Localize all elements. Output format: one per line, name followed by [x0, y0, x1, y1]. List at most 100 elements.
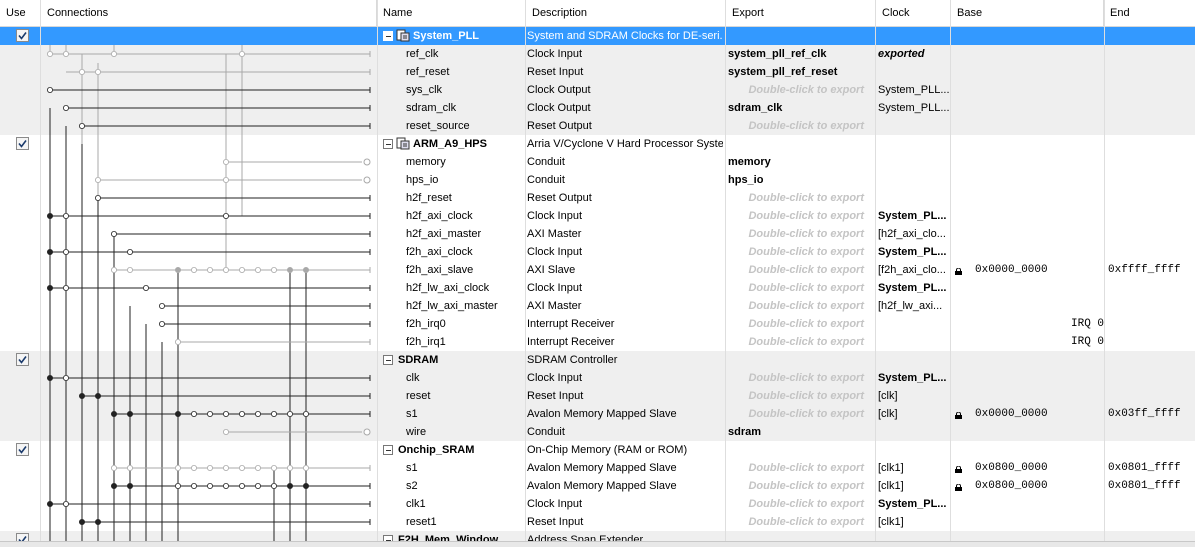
export-hint[interactable]: Double-click to export — [728, 459, 874, 477]
export-name[interactable]: memory — [728, 153, 874, 171]
clock-cell[interactable]: [clk1] — [878, 459, 950, 477]
clock-cell[interactable]: [f2h_axi_clo... — [878, 261, 950, 279]
clock-cell[interactable]: System_PL... — [878, 207, 950, 225]
base-address[interactable]: 0x0000_0000 — [975, 261, 1048, 279]
interface-name[interactable]: reset1 — [383, 513, 523, 531]
export-hint[interactable]: Double-click to export — [728, 315, 874, 333]
export-hint[interactable]: Double-click to export — [728, 513, 874, 531]
collapse-icon[interactable] — [383, 139, 393, 149]
base-address[interactable]: 0x0000_0000 — [975, 405, 1048, 423]
clock-cell[interactable]: System_PL... — [878, 243, 950, 261]
clock-cell[interactable]: exported — [878, 45, 950, 63]
export-hint[interactable]: Double-click to export — [728, 477, 874, 495]
lock-icon[interactable] — [955, 482, 962, 491]
export-hint[interactable]: Double-click to export — [728, 405, 874, 423]
interface-name[interactable]: h2f_lw_axi_master — [383, 297, 523, 315]
clock-cell[interactable]: [clk1] — [878, 513, 950, 531]
export-hint[interactable]: Double-click to export — [728, 207, 874, 225]
interface-name[interactable]: s1 — [383, 405, 523, 423]
column-header-description[interactable]: Description — [526, 0, 726, 26]
interface-name[interactable]: ref_clk — [383, 45, 523, 63]
interface-name[interactable]: f2h_axi_slave — [383, 261, 523, 279]
export-hint[interactable]: Double-click to export — [728, 297, 874, 315]
connection-point-connected — [111, 482, 118, 489]
interface-name[interactable]: memory — [383, 153, 523, 171]
interface-name[interactable]: clk1 — [383, 495, 523, 513]
export-hint[interactable]: Double-click to export — [728, 333, 874, 351]
lock-icon[interactable] — [955, 266, 962, 275]
clock-cell[interactable]: System_PL... — [878, 279, 950, 297]
export-name[interactable]: sdram_clk — [728, 99, 874, 117]
clock-cell[interactable]: System_PL... — [878, 369, 950, 387]
export-hint[interactable]: Double-click to export — [728, 261, 874, 279]
export-hint[interactable]: Double-click to export — [728, 369, 874, 387]
clock-cell[interactable]: [h2f_axi_clo... — [878, 225, 950, 243]
column-divider — [1104, 0, 1105, 547]
export-hint[interactable]: Double-click to export — [728, 81, 874, 99]
interface-name[interactable]: ref_reset — [383, 63, 523, 81]
interface-name[interactable]: s1 — [383, 459, 523, 477]
connection-point-connected — [302, 266, 309, 273]
irq-number[interactable]: IRQ 0 — [1071, 333, 1104, 351]
irq-number[interactable]: IRQ 0 — [1071, 315, 1104, 333]
interface-name[interactable]: reset — [383, 387, 523, 405]
export-name[interactable]: system_pll_ref_reset — [728, 63, 874, 81]
component-name[interactable]: System_PLL — [413, 27, 479, 45]
description-cell: Clock Input — [527, 210, 583, 222]
interface-name[interactable]: clk — [383, 369, 523, 387]
export-hint[interactable]: Double-click to export — [728, 243, 874, 261]
interface-name[interactable]: f2h_irq1 — [383, 333, 523, 351]
column-header-base[interactable]: Base — [951, 0, 1104, 26]
collapse-icon[interactable] — [383, 445, 393, 455]
component-name[interactable]: SDRAM — [398, 351, 438, 369]
export-hint[interactable]: Double-click to export — [728, 189, 874, 207]
clock-cell[interactable]: [clk] — [878, 387, 950, 405]
interface-name[interactable]: sys_clk — [383, 81, 523, 99]
column-header-end[interactable]: End — [1104, 0, 1195, 26]
interface-name[interactable]: sdram_clk — [383, 99, 523, 117]
interface-name[interactable]: hps_io — [383, 171, 523, 189]
description-cell: Clock Input — [527, 282, 583, 294]
base-address[interactable]: 0x0800_0000 — [975, 459, 1048, 477]
clock-cell[interactable]: System_PL... — [878, 495, 950, 513]
interface-name[interactable]: h2f_axi_master — [383, 225, 523, 243]
interface-name[interactable]: wire — [383, 423, 523, 441]
clock-cell[interactable]: System_PLL... — [878, 99, 950, 117]
interface-name[interactable]: s2 — [383, 477, 523, 495]
interface-name[interactable]: h2f_reset — [383, 189, 523, 207]
export-hint[interactable]: Double-click to export — [728, 117, 874, 135]
column-header-clock[interactable]: Clock — [876, 0, 951, 26]
interface-name[interactable]: reset_source — [383, 117, 523, 135]
interface-name[interactable]: h2f_axi_clock — [383, 207, 523, 225]
collapse-icon[interactable] — [383, 31, 393, 41]
clock-cell[interactable]: [h2f_lw_axi... — [878, 297, 950, 315]
connection-point-open — [158, 302, 165, 309]
connection-point-open — [79, 123, 86, 130]
export-name[interactable]: hps_io — [728, 171, 874, 189]
column-header-use[interactable]: Use — [0, 0, 41, 26]
clock-cell[interactable]: System_PLL... — [878, 81, 950, 99]
lock-icon[interactable] — [955, 410, 962, 419]
collapse-icon[interactable] — [383, 355, 393, 365]
column-header-name[interactable]: Name — [377, 0, 526, 26]
export-name[interactable]: system_pll_ref_clk — [728, 45, 874, 63]
clock-cell[interactable]: [clk1] — [878, 477, 950, 495]
export-hint[interactable]: Double-click to export — [728, 279, 874, 297]
connection-point-open — [47, 50, 54, 57]
horizontal-scrollbar[interactable] — [0, 541, 1195, 547]
export-hint[interactable]: Double-click to export — [728, 495, 874, 513]
interface-name[interactable]: h2f_lw_axi_clock — [383, 279, 523, 297]
connections-graph[interactable] — [0, 27, 377, 547]
column-header-export[interactable]: Export — [726, 0, 876, 26]
interface-name[interactable]: f2h_irq0 — [383, 315, 523, 333]
column-header-connections[interactable]: Connections — [41, 0, 377, 26]
export-hint[interactable]: Double-click to export — [728, 225, 874, 243]
export-hint[interactable]: Double-click to export — [728, 387, 874, 405]
component-name[interactable]: ARM_A9_HPS — [413, 135, 487, 153]
component-name[interactable]: Onchip_SRAM — [398, 441, 474, 459]
interface-name[interactable]: f2h_axi_clock — [383, 243, 523, 261]
export-name[interactable]: sdram — [728, 423, 874, 441]
lock-icon[interactable] — [955, 464, 962, 473]
base-address[interactable]: 0x0800_0000 — [975, 477, 1048, 495]
clock-cell[interactable]: [clk] — [878, 405, 950, 423]
